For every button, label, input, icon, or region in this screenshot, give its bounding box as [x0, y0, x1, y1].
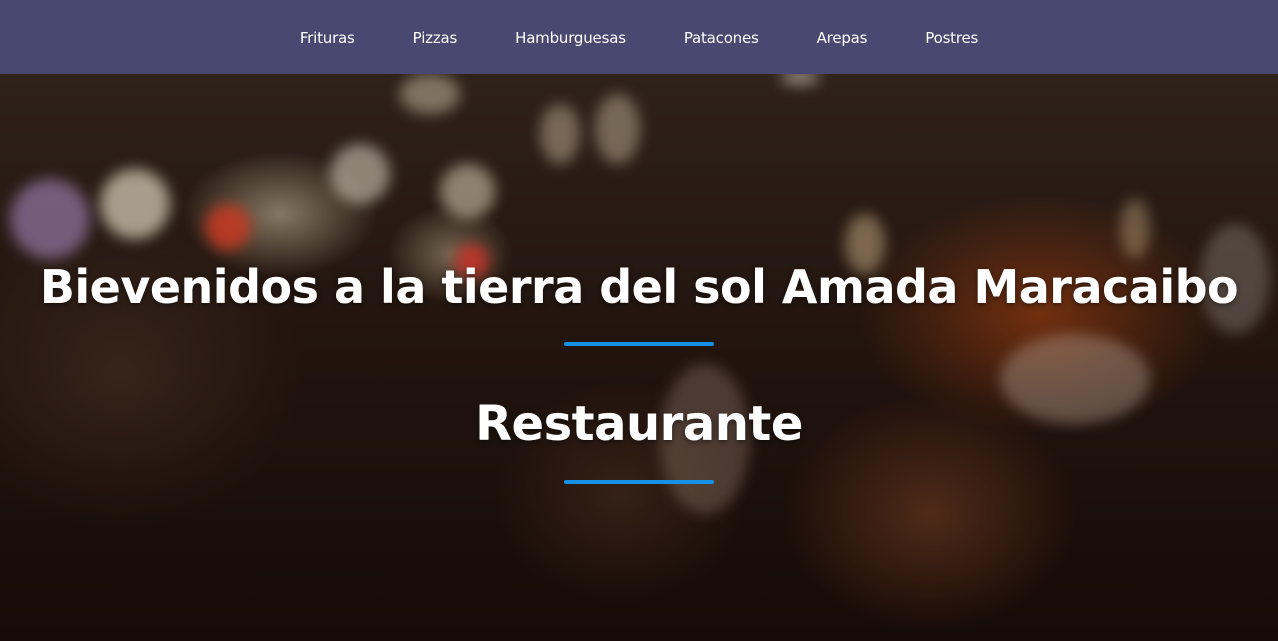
- nav-item-postres: Postres: [896, 28, 1007, 47]
- nav-item-hamburguesas: Hamburguesas: [486, 28, 655, 47]
- nav-link-postres[interactable]: Postres: [896, 29, 1007, 47]
- nav-menu: Frituras Pizzas Hamburguesas Patacones A…: [271, 28, 1007, 47]
- nav-item-frituras: Frituras: [271, 28, 384, 47]
- nav-item-pizzas: Pizzas: [384, 28, 486, 47]
- hero-content: Bievenidos a la tierra del sol Amada Mar…: [0, 74, 1278, 641]
- nav-item-arepas: Arepas: [788, 28, 897, 47]
- nav-link-frituras[interactable]: Frituras: [271, 29, 384, 47]
- nav-link-arepas[interactable]: Arepas: [788, 29, 897, 47]
- nav-item-patacones: Patacones: [655, 28, 788, 47]
- hero-divider-bottom: [564, 480, 714, 484]
- hero-title: Bievenidos a la tierra del sol Amada Mar…: [39, 260, 1239, 314]
- nav-link-hamburguesas[interactable]: Hamburguesas: [486, 29, 655, 47]
- top-navbar: Frituras Pizzas Hamburguesas Patacones A…: [0, 0, 1278, 74]
- hero-divider-top: [564, 342, 714, 346]
- hero-subtitle: Restaurante: [475, 396, 803, 452]
- nav-link-patacones[interactable]: Patacones: [655, 29, 788, 47]
- nav-link-pizzas[interactable]: Pizzas: [384, 29, 486, 47]
